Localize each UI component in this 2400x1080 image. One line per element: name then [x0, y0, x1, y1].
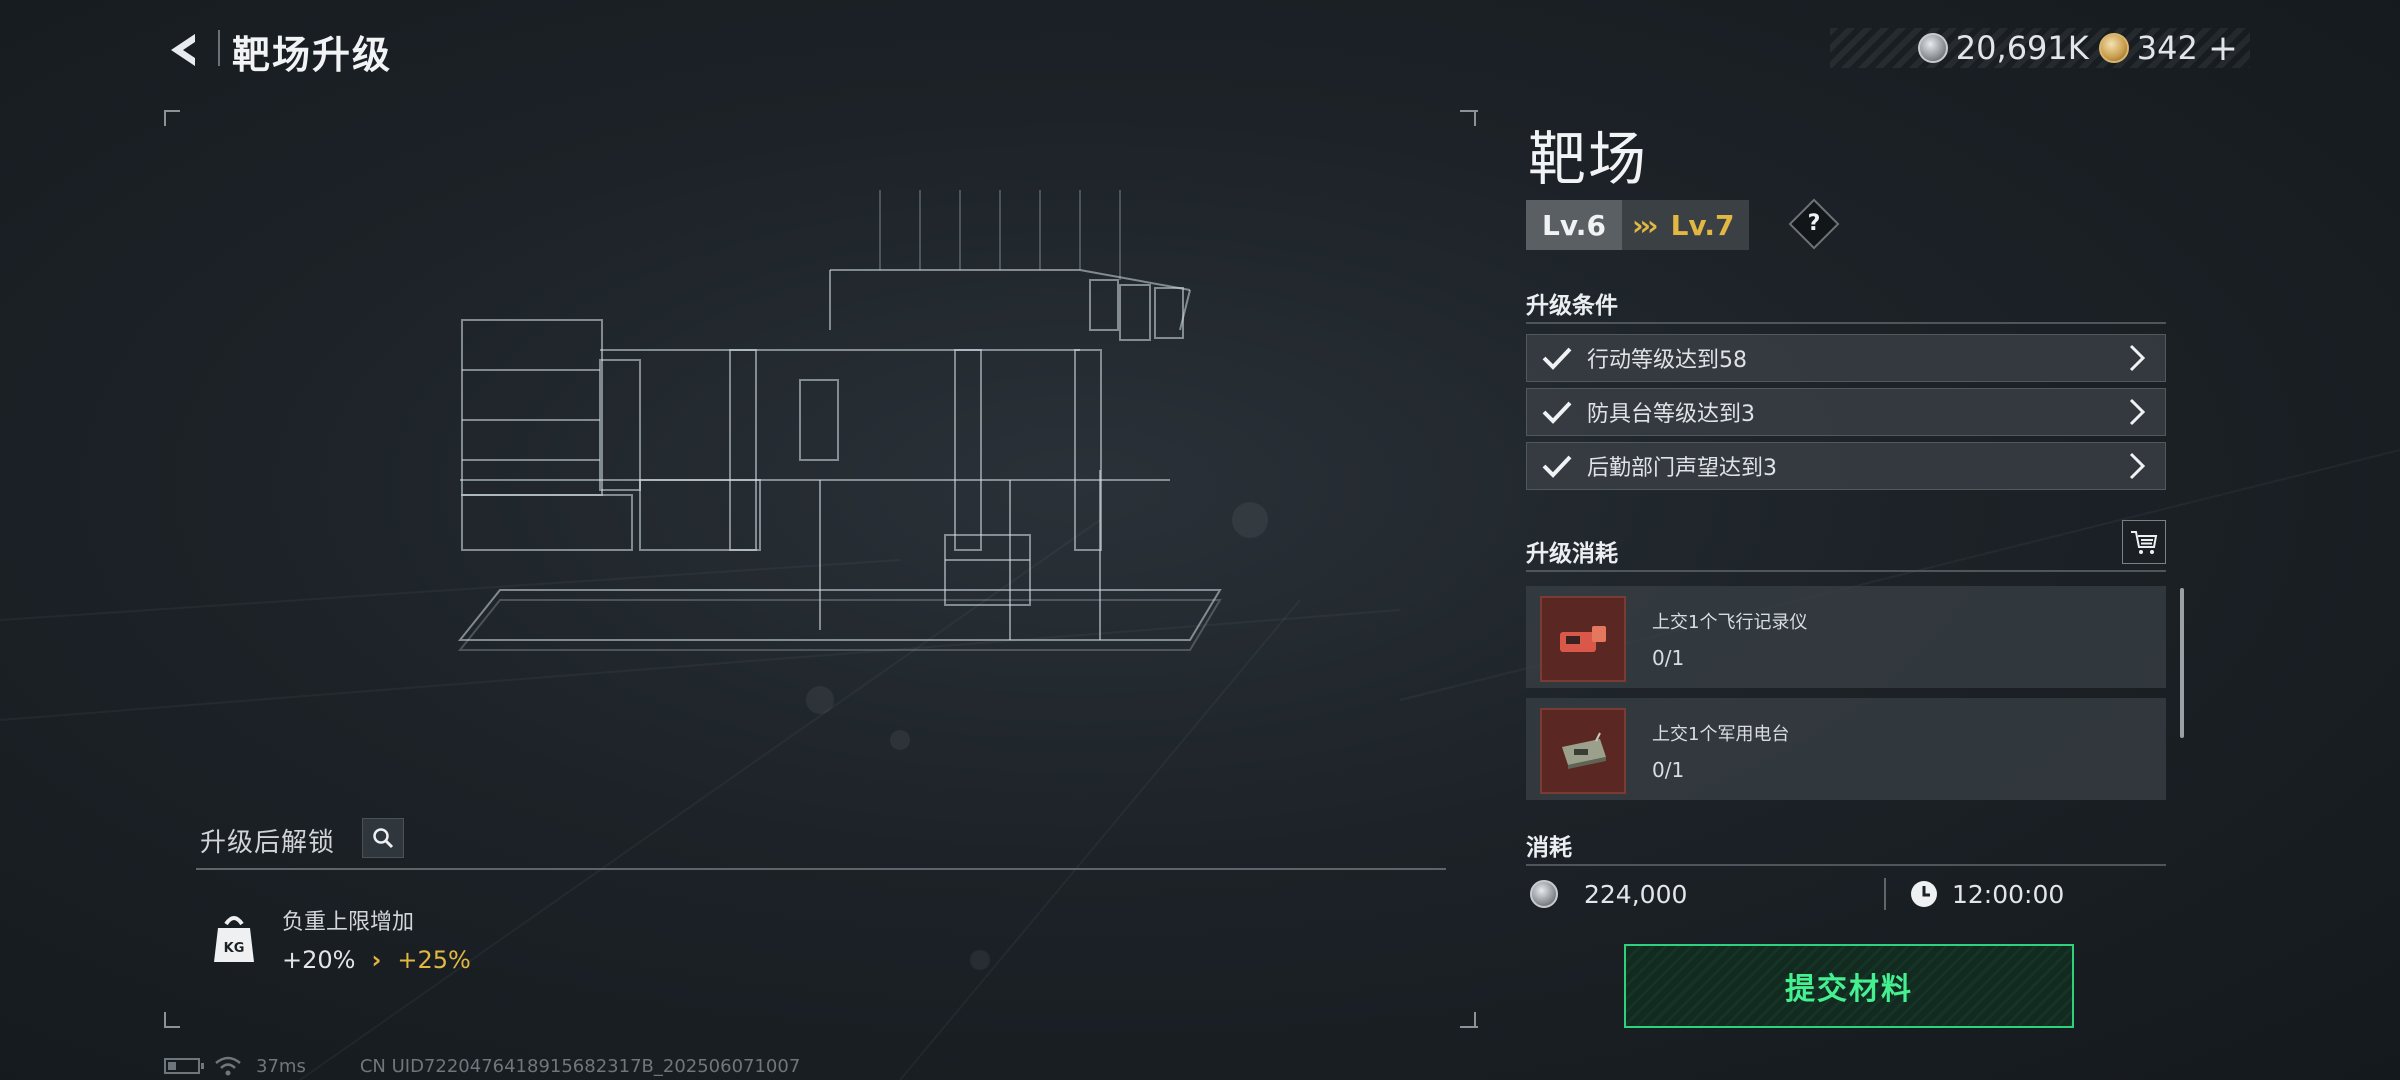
- upgrade-cost-divider: [1526, 570, 2166, 572]
- condition-text: 后勤部门声望达到3: [1587, 456, 1777, 481]
- wifi-icon: [215, 1056, 241, 1076]
- header-divider: [218, 30, 220, 66]
- unlock-section-title: 升级后解锁: [200, 828, 336, 858]
- item-thumbnail: [1540, 708, 1626, 794]
- conditions-title: 升级条件: [1526, 293, 1618, 319]
- gold-amount: 342: [2136, 29, 2198, 67]
- status-bar: 37ms CN UID7220476418915682317B_20250607…: [164, 1054, 800, 1078]
- unlock-values: +20% › +25%: [282, 946, 471, 974]
- page-title: 靶场升级: [232, 33, 393, 77]
- checkmark-icon: [1542, 455, 1572, 478]
- unlock-new-value: +25%: [397, 946, 471, 974]
- help-icon: ?: [1807, 211, 1821, 236]
- chevron-right-icon: ›: [371, 946, 382, 974]
- panel-corner: [1464, 1026, 1478, 1028]
- consume-row: 224,000 12:00:00: [1526, 872, 2166, 916]
- facility-name: 靶场: [1528, 125, 1649, 193]
- level-indicator: Lv.6 ››› Lv.7: [1526, 200, 1782, 250]
- condition-row[interactable]: 后勤部门声望达到3: [1526, 442, 2166, 490]
- cost-item-progress: 0/1: [1652, 646, 1685, 670]
- facility-model-wireframe: [457, 190, 1222, 651]
- consume-silver: 224,000: [1584, 879, 1688, 909]
- chevron-right-icon: [2129, 452, 2146, 480]
- shopping-cart-button[interactable]: [2122, 520, 2166, 564]
- condition-row[interactable]: 防具台等级达到3: [1526, 388, 2166, 436]
- uid-text: CN UID7220476418915682317B_202506071007: [359, 1055, 801, 1077]
- unlock-old-value: +20%: [282, 946, 356, 974]
- silver-amount: 20,691K: [1955, 29, 2089, 67]
- panel-corner: [1464, 110, 1478, 112]
- clock-icon: [1911, 881, 1937, 907]
- chevron-right-icon: [2129, 344, 2146, 372]
- silver-currency: 20,691K: [1917, 29, 2089, 67]
- unlock-divider: [196, 868, 1446, 870]
- consume-divider: [1526, 864, 2166, 866]
- currency-bar: 20,691K 342 +: [1830, 28, 2250, 69]
- level-current: Lv.6: [1526, 200, 1622, 250]
- consume-time: 12:00:00: [1952, 879, 2065, 909]
- silver-coin-icon: [1530, 880, 1558, 908]
- unlock-search-button[interactable]: [362, 818, 404, 858]
- submit-materials-button[interactable]: 提交材料: [1624, 944, 2074, 1028]
- conditions-divider: [1526, 322, 2166, 324]
- cost-item-name: 上交1个飞行记录仪: [1652, 612, 1808, 633]
- cost-item[interactable]: 上交1个飞行记录仪 0/1: [1526, 586, 2166, 688]
- back-button[interactable]: [160, 22, 210, 78]
- military-radio-icon: [1562, 732, 1606, 769]
- consume-title: 消耗: [1526, 835, 1572, 861]
- upgrade-cost-title: 升级消耗: [1526, 541, 1618, 567]
- checkmark-icon: [1542, 347, 1572, 370]
- cost-item[interactable]: 上交1个军用电台 0/1: [1526, 698, 2166, 800]
- kg-icon-text: KG: [224, 941, 245, 956]
- ping-value: 37ms: [256, 1055, 306, 1077]
- search-icon: [373, 828, 394, 849]
- gold-currency[interactable]: 342 +: [2098, 28, 2238, 69]
- help-button[interactable]: ?: [1788, 198, 1840, 250]
- back-arrow-icon: [171, 34, 195, 66]
- flight-recorder-icon: [1560, 626, 1606, 652]
- cost-item-progress: 0/1: [1652, 758, 1685, 782]
- silver-coin-icon: [1917, 33, 1948, 63]
- condition-text: 防具台等级达到3: [1587, 402, 1755, 427]
- cost-item-name: 上交1个军用电台: [1652, 724, 1790, 745]
- cart-icon: [2131, 531, 2158, 554]
- checkmark-icon: [1542, 401, 1572, 424]
- chevron-right-icon: [2129, 398, 2146, 426]
- level-next: Lv.7: [1664, 200, 1749, 250]
- condition-row[interactable]: 行动等级达到58: [1526, 334, 2166, 382]
- unlock-item-name: 负重上限增加: [282, 910, 415, 935]
- cost-list-scrollbar[interactable]: [2180, 588, 2184, 738]
- weight-kg-icon: KG: [214, 916, 254, 962]
- battery-icon: [164, 1058, 204, 1074]
- condition-text: 行动等级达到58: [1587, 348, 1747, 373]
- gold-coin-icon: [2098, 33, 2129, 63]
- consume-separator: [1884, 878, 1886, 910]
- item-thumbnail: [1540, 596, 1626, 682]
- add-currency-icon[interactable]: +: [2208, 28, 2238, 69]
- level-arrows-icon: ›››: [1621, 200, 1665, 250]
